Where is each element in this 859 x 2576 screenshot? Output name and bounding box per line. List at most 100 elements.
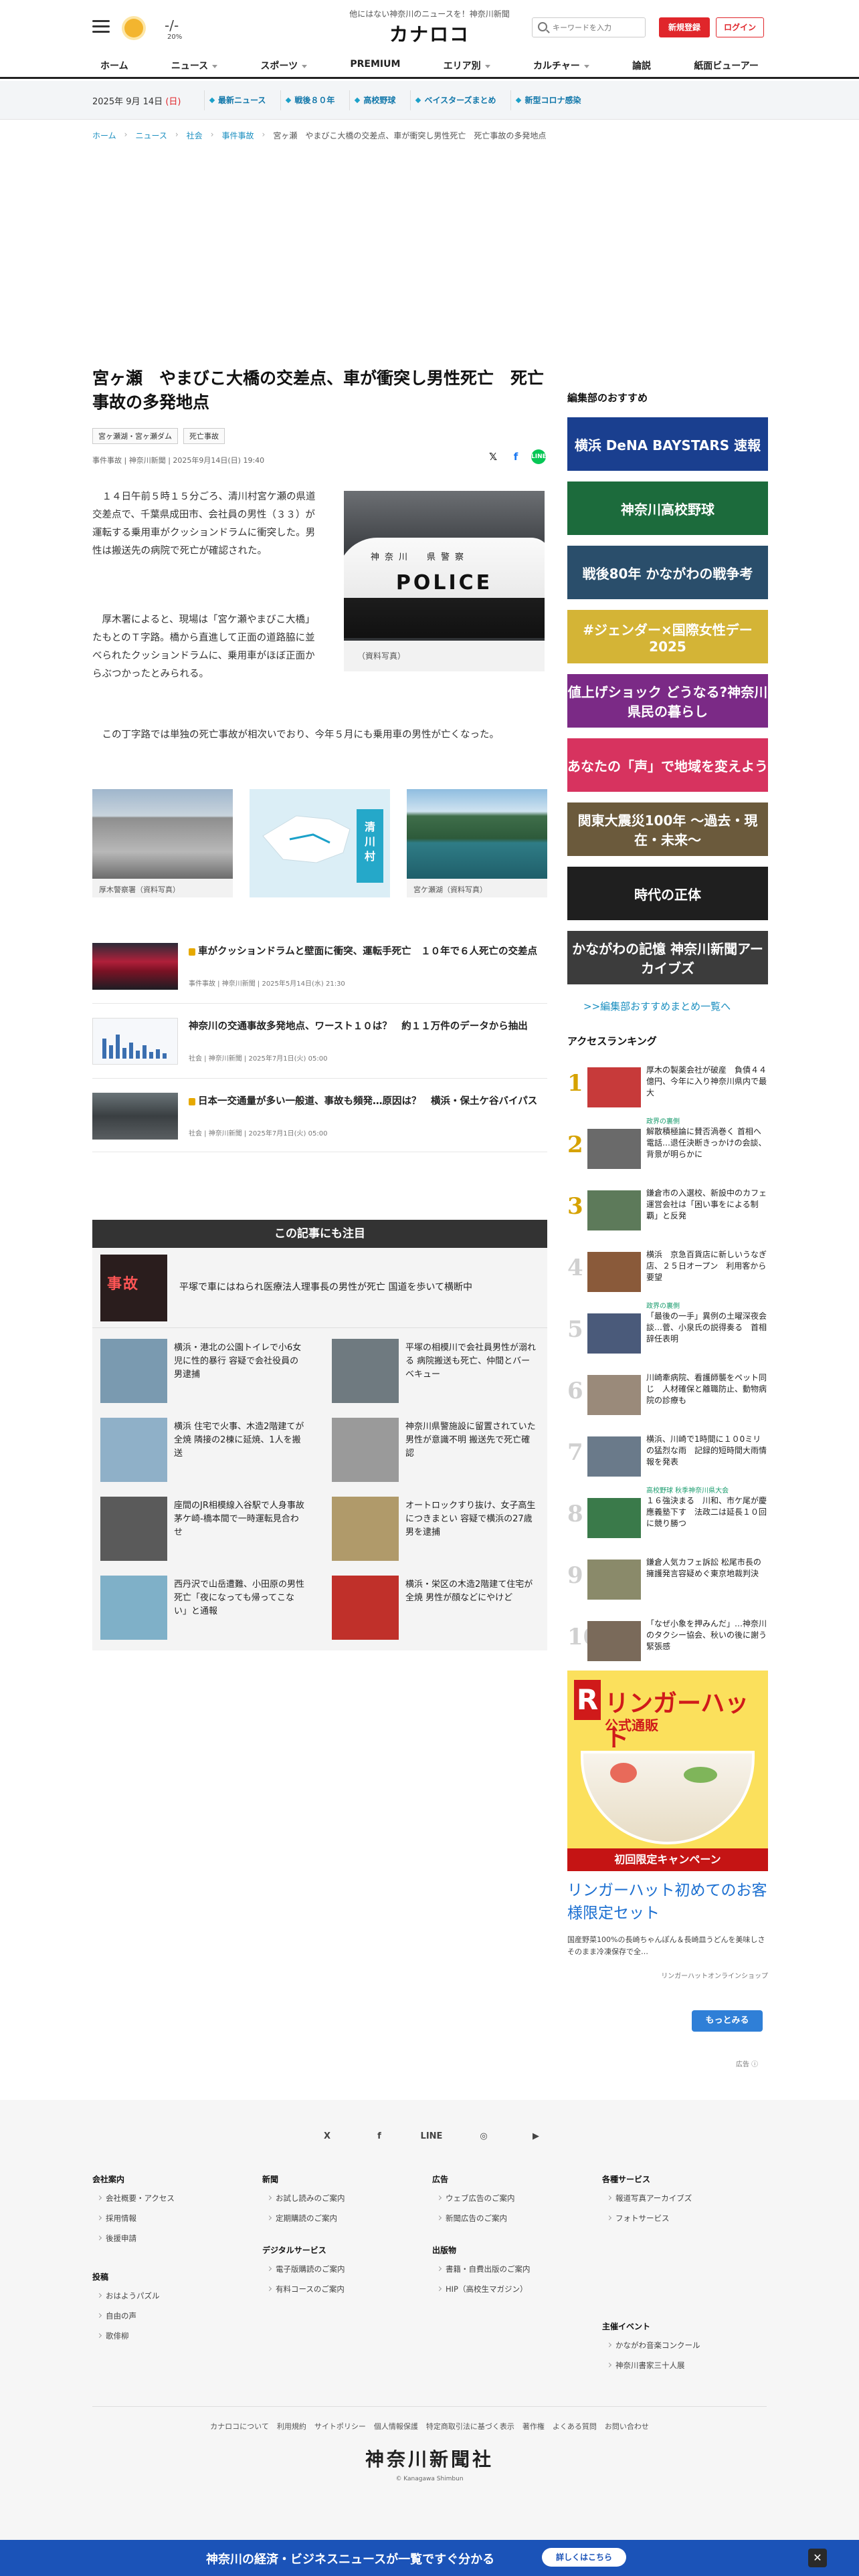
nav-item[interactable]: カルチャー: [525, 56, 597, 75]
footer-link[interactable]: 歌俳柳: [106, 2331, 253, 2341]
search-box[interactable]: [532, 17, 646, 37]
x-share-icon[interactable]: 𝕏: [486, 449, 500, 464]
topic-link[interactable]: 最新ニュース: [204, 90, 274, 110]
article-tag[interactable]: 死亡事故: [183, 428, 225, 444]
footer-bottom-link[interactable]: 利用規約: [277, 2421, 306, 2432]
footer-bottom-link[interactable]: お問い合わせ: [605, 2421, 649, 2432]
footer-link[interactable]: 定期購読のご案内: [276, 2213, 423, 2224]
ad-banner[interactable]: R リンガーハット 公式通販 初回限定キャンペーン: [567, 1671, 768, 1871]
footer-link[interactable]: かながわ音楽コンクール: [615, 2340, 763, 2351]
nav-item[interactable]: ニュース: [163, 56, 225, 75]
attention-item[interactable]: 横浜・栄区の木造2階建て住宅が全焼 男性が顔などにやけど: [324, 1568, 547, 1645]
article-tag[interactable]: 宮ヶ瀬湖・宮ヶ瀬ダム: [92, 428, 178, 444]
footer-link[interactable]: 神奈川書家三十人展: [615, 2360, 763, 2371]
footer-link[interactable]: 自由の声: [106, 2311, 253, 2321]
editor-pick-banner[interactable]: かながわの記憶 神奈川新聞アーカイブズ: [567, 931, 768, 984]
editor-picks-more-link[interactable]: >>編集部おすすめまとめ一覧へ: [583, 999, 731, 1013]
search-input[interactable]: [553, 21, 642, 34]
footer-bottom-link[interactable]: カナロコについて: [210, 2421, 269, 2432]
editor-pick-banner[interactable]: 横浜 DeNA BAYSTARS 速報: [567, 417, 768, 471]
editor-pick-banner[interactable]: 値上げショック どうなる?神奈川県民の暮らし: [567, 674, 768, 728]
nav-item[interactable]: 論説: [624, 56, 659, 75]
footer-link[interactable]: 電子版購読のご案内: [276, 2264, 423, 2274]
editor-pick-banner[interactable]: 関東大震災100年 ～過去・現在・未来～: [567, 802, 768, 856]
breadcrumb-item[interactable]: ホーム: [92, 130, 116, 141]
ranking-item[interactable]: 5 政界の裏側 「最後の一手」異例の土曜深夜会談…菅、小泉氏の説得奏る 首相辞任表明: [567, 1303, 768, 1356]
nav-item[interactable]: エリア別: [436, 56, 498, 75]
footer-link[interactable]: ウェブ広告のご案内: [446, 2193, 593, 2204]
topic-link[interactable]: 新型コロナ感染: [510, 90, 589, 110]
footer-link[interactable]: 会社概要・アクセス: [106, 2193, 253, 2204]
attention-item[interactable]: 事故 平塚で車にはねられ医療法人理事長の男性が死亡 国道を歩いて横断中: [92, 1248, 547, 1328]
youtube-icon[interactable]: ▶: [524, 2125, 547, 2148]
footer-bottom-link[interactable]: 特定商取引法に基づく表示: [426, 2421, 514, 2432]
gallery-item[interactable]: 宮ケ瀬湖（資料写真）: [407, 789, 547, 897]
breadcrumb-item[interactable]: 事件事故: [222, 130, 254, 141]
attention-item[interactable]: 横浜・港北の公園トイレで小6女児に性的暴行 容疑で会社役員の男逮捕: [92, 1331, 316, 1408]
topic-link[interactable]: 高校野球: [349, 90, 403, 110]
footer-link[interactable]: 書籍・自費出版のご案内: [446, 2264, 593, 2274]
ranking-item[interactable]: 2 政界の裏側 解散積極論に賛否渦巻く 首相へ電話…退任決断きっかけの会談、背景が明…: [567, 1118, 768, 1172]
breadcrumb-item[interactable]: 社会: [187, 130, 203, 141]
login-button[interactable]: ログイン: [716, 17, 764, 37]
nav-item[interactable]: 紙面ビューアー: [686, 56, 767, 75]
ranking-item[interactable]: 1 厚木の製薬会社が破産 負債４４億円、今年に入り神奈川県内で最大: [567, 1062, 768, 1110]
editor-pick-banner[interactable]: 時代の正体: [567, 867, 768, 920]
article-photo[interactable]: 神奈川 県警察 POLICE: [344, 491, 545, 641]
footer-bottom-link[interactable]: 個人情報保護: [374, 2421, 418, 2432]
footer-link[interactable]: お試し読みのご案内: [276, 2193, 423, 2204]
footer-bottom-link[interactable]: よくある質問: [553, 2421, 597, 2432]
x-icon[interactable]: X: [316, 2125, 339, 2148]
ad-more-button[interactable]: もっとみる: [692, 2010, 763, 2032]
footer-bottom-link[interactable]: 著作権: [522, 2421, 545, 2432]
instagram-icon[interactable]: ◎: [472, 2125, 495, 2148]
attention-item[interactable]: 平塚の相模川で会社員男性が溺れる 病院搬送も死亡、仲間とバーベキュー: [324, 1331, 547, 1408]
related-article[interactable]: 日本一交通量が多い一般道、事故も頻発…原因は？ 横浜・保土ケ谷バイパス 社会 |…: [92, 1093, 547, 1146]
footer-link[interactable]: HIP（高校生マガジン）: [446, 2284, 593, 2294]
footer-bottom-link[interactable]: サイトポリシー: [314, 2421, 366, 2432]
ranking-item[interactable]: 3 鎌倉市の入選校、新設中のカフェ運営会社は「困い事をによる制覇」と反発: [567, 1185, 768, 1233]
attention-item[interactable]: オートロックすり抜け、女子高生につきまとい 容疑で横浜の27歳男を逮捕: [324, 1489, 547, 1566]
nav-item[interactable]: スポーツ: [252, 56, 315, 75]
nav-item[interactable]: PREMIUM: [342, 56, 408, 75]
ranking-item[interactable]: 4 横浜 京急百貨店に新しいうなぎ店、２５日オープン 利用客から要望: [567, 1247, 768, 1295]
facebook-icon[interactable]: f: [368, 2125, 391, 2148]
signup-button[interactable]: 新規登録: [659, 17, 710, 37]
ranking-item[interactable]: 7 横浜、川崎で1時間に１０0ミリの猛烈な雨 記録的短時間大雨情報を発表: [567, 1431, 768, 1479]
footer-link[interactable]: 採用情報: [106, 2213, 253, 2224]
promo-button[interactable]: 詳しくはこちら: [542, 2548, 626, 2567]
search-icon[interactable]: [538, 22, 547, 31]
ranking-item[interactable]: 6 川崎牽病院、看護師襲をペット同じ 人材確保と離職防止、動物病院の診療も: [567, 1370, 768, 1418]
nav-item[interactable]: ホーム: [92, 56, 136, 75]
ranking-item[interactable]: 8 高校野球 秋季神奈川県大会 １６強決まる 川和、市ケ尾が慶應義塾下す 法政二は延…: [567, 1487, 768, 1541]
footer-link[interactable]: フォトサービス: [615, 2213, 763, 2224]
editor-pick-banner[interactable]: あなたの「声」で地域を変えよう: [567, 738, 768, 792]
attention-item[interactable]: 西丹沢で山岳遭難、小田原の男性死亡「夜になっても帰ってこない」と通報: [92, 1568, 316, 1645]
gallery-item[interactable]: 清川村: [250, 789, 390, 897]
topic-link[interactable]: ベイスターズまとめ: [410, 90, 504, 110]
attention-item[interactable]: 横浜 住宅で火事、木造2階建てが全焼 隣接の2棟に延焼、1人を搬送: [92, 1410, 316, 1487]
ad-label[interactable]: 広告 ⓘ: [736, 2058, 758, 2068]
editor-pick-banner[interactable]: 戦後80年 かながわの戦争考: [567, 546, 768, 599]
ranking-item[interactable]: 10 「なぜ小象を押みんだ」…神奈川のタクシー協会、秋いの後に謝う緊張感: [567, 1616, 768, 1664]
ranking-item[interactable]: 9 鎌倉人気カフェ訴訟 松尾市長の擁護発言容疑めぐ東京地裁判決: [567, 1554, 768, 1602]
line-icon[interactable]: LINE: [420, 2125, 443, 2148]
footer-link[interactable]: 新聞広告のご案内: [446, 2213, 593, 2224]
attention-item[interactable]: 神奈川県警施設に留置されていた男性が意識不明 搬送先で死亡確認: [324, 1410, 547, 1487]
ad-title[interactable]: リンガーハット初めてのお客様限定セット: [567, 1879, 768, 1925]
footer-link[interactable]: 報道写真アーカイブズ: [615, 2193, 763, 2204]
editor-pick-banner[interactable]: #ジェンダー×国際女性デー 2025: [567, 610, 768, 663]
related-article[interactable]: 車がクッションドラムと壁面に衝突、運転手死亡 １０年で６人死亡の交差点 事件事故…: [92, 943, 547, 996]
footer-link[interactable]: 有料コースのご案内: [276, 2284, 423, 2294]
related-article[interactable]: 神奈川の交通事故多発地点、ワースト１０は？ 約１１万件のデータから抽出 社会 |…: [92, 1018, 547, 1071]
facebook-share-icon[interactable]: f: [508, 449, 523, 464]
editor-pick-banner[interactable]: 神奈川高校野球: [567, 481, 768, 535]
attention-item[interactable]: 座間のJR相模線入谷駅で人身事故 茅ケ崎-橋本間で一時運転見合わせ: [92, 1489, 316, 1566]
gallery-item[interactable]: 厚木警察署（資料写真）: [92, 789, 233, 897]
footer-link[interactable]: 後援申請: [106, 2233, 253, 2244]
breadcrumb-item[interactable]: ニュース: [135, 130, 167, 141]
topic-link[interactable]: 戦後８０年: [280, 90, 343, 110]
close-icon[interactable]: ✕: [808, 2549, 827, 2567]
footer-link[interactable]: おはようパズル: [106, 2290, 253, 2301]
line-share-icon[interactable]: LINE: [531, 449, 547, 464]
